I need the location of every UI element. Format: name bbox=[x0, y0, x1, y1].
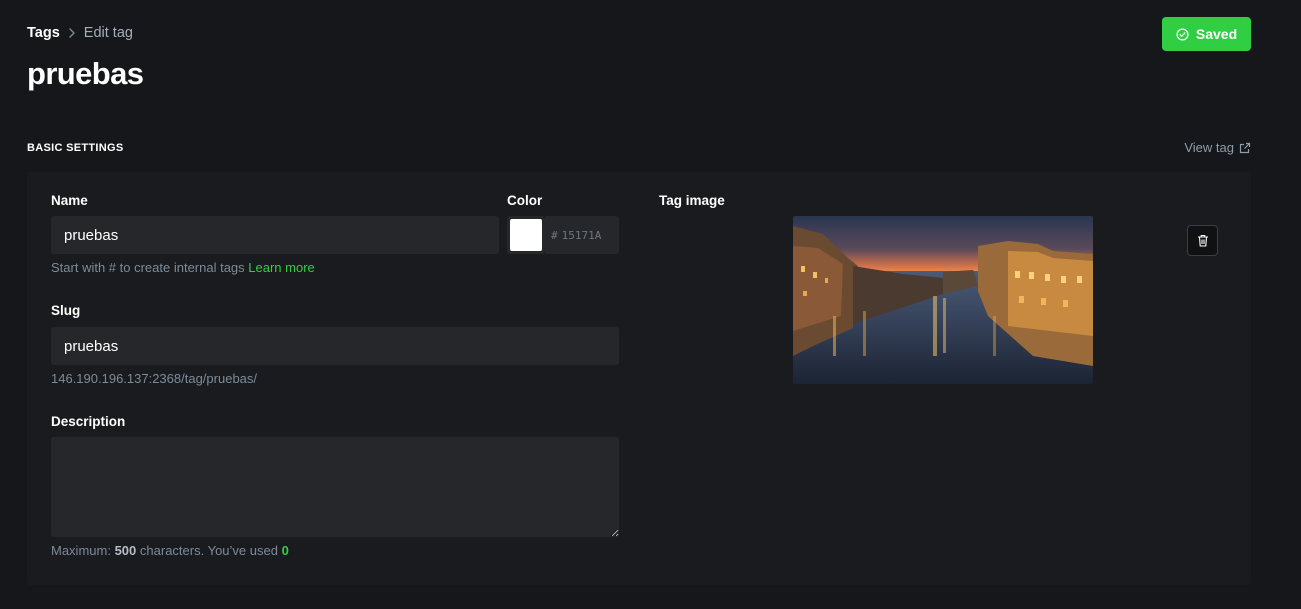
description-hint-prefix: Maximum: bbox=[51, 543, 111, 558]
page-title: pruebas bbox=[27, 56, 144, 91]
description-hint: Maximum: 500 characters. You’ve used 0 bbox=[51, 543, 289, 558]
name-hint-text: Start with # to create internal tags bbox=[51, 260, 245, 275]
color-swatch-fill bbox=[510, 219, 542, 251]
color-hash: # bbox=[551, 228, 558, 242]
breadcrumb-current: Edit tag bbox=[83, 25, 133, 41]
breadcrumb-tags-link[interactable]: Tags bbox=[27, 25, 60, 41]
description-label: Description bbox=[51, 414, 126, 429]
description-used-count: 0 bbox=[281, 543, 289, 558]
color-label: Color bbox=[507, 193, 543, 208]
saved-button-label: Saved bbox=[1195, 26, 1238, 42]
breadcrumb: Tags Edit tag bbox=[27, 25, 133, 41]
color-hex-field[interactable]: # 15171A bbox=[545, 216, 619, 254]
chevron-right-icon bbox=[68, 28, 76, 38]
edit-tag-page: Tags Edit tag pruebas Saved BASIC SETTIN… bbox=[0, 0, 1301, 609]
delete-image-button[interactable] bbox=[1187, 225, 1218, 256]
check-circle-icon bbox=[1176, 27, 1189, 41]
name-input[interactable] bbox=[51, 216, 499, 254]
section-title: BASIC SETTINGS bbox=[27, 142, 124, 154]
slug-input[interactable] bbox=[51, 327, 619, 365]
description-textarea[interactable] bbox=[51, 437, 619, 537]
tag-image-preview[interactable] bbox=[793, 216, 1093, 384]
view-tag-link[interactable]: View tag bbox=[1184, 140, 1251, 155]
slug-label: Slug bbox=[51, 303, 81, 318]
color-hex-value: 15171A bbox=[561, 228, 602, 242]
description-max: 500 bbox=[114, 543, 137, 558]
slug-url: 146.190.196.137:2368/tag/pruebas/ bbox=[51, 371, 258, 386]
venice-canal-image bbox=[793, 216, 1093, 384]
basic-settings-card: Name Color # 15171A Start with # to crea… bbox=[27, 172, 1251, 585]
name-label: Name bbox=[51, 193, 88, 208]
name-hint: Start with # to create internal tags Lea… bbox=[51, 260, 315, 275]
learn-more-link[interactable]: Learn more bbox=[248, 260, 314, 275]
description-hint-mid: characters. You’ve used bbox=[139, 543, 278, 558]
saved-button[interactable]: Saved bbox=[1162, 17, 1251, 51]
view-tag-label: View tag bbox=[1184, 140, 1234, 155]
color-swatch[interactable] bbox=[507, 216, 545, 254]
external-link-icon bbox=[1239, 142, 1251, 154]
trash-icon bbox=[1197, 234, 1209, 247]
tag-image-label: Tag image bbox=[659, 193, 725, 208]
